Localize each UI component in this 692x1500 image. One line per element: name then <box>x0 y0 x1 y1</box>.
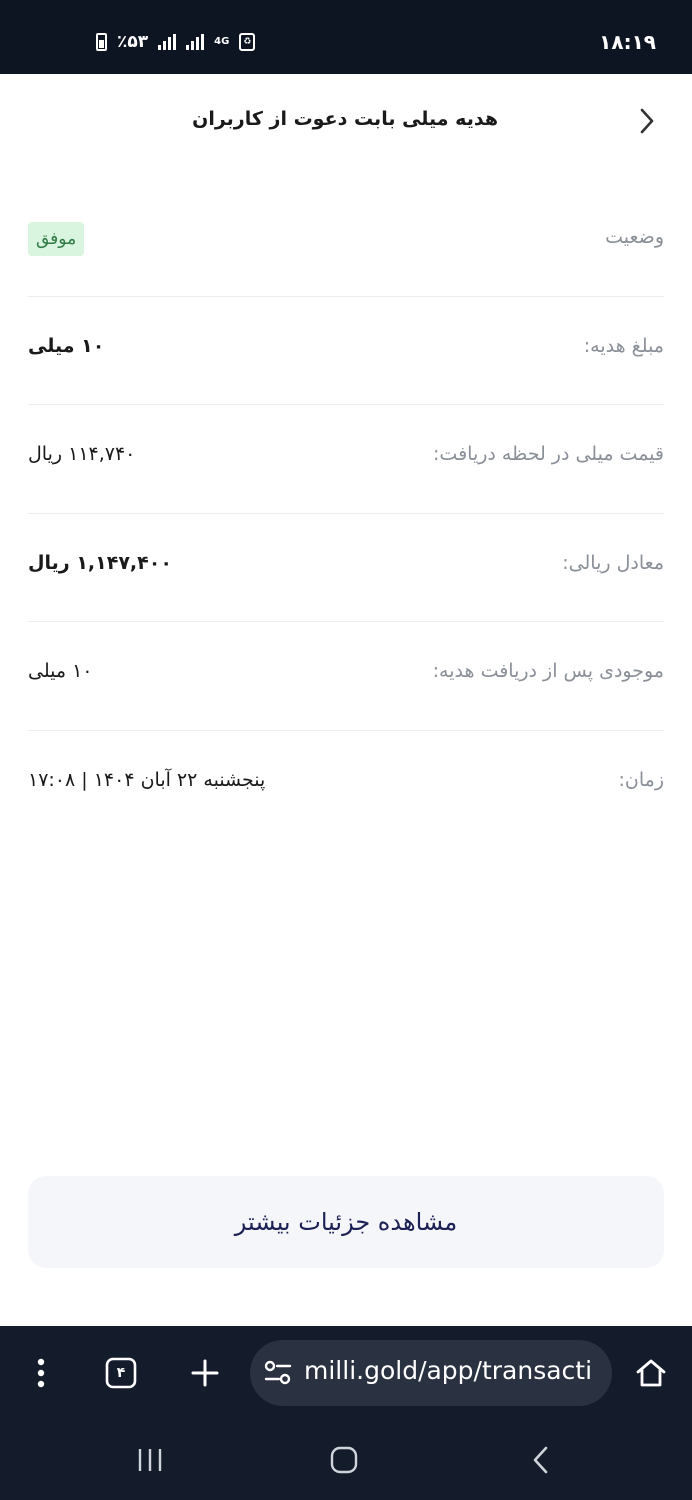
status-icons: ٪۵۳ 4G ♻ <box>96 32 256 52</box>
more-details-button[interactable]: مشاهده جزئیات بیشتر <box>28 1176 664 1268</box>
system-navigation-bar <box>0 1420 692 1500</box>
home-nav-button[interactable] <box>324 1442 364 1478</box>
detail-value: ۱۱۴,۷۴۰ ریال <box>28 443 136 465</box>
home-button[interactable] <box>630 1352 672 1394</box>
battery-icon <box>96 33 107 51</box>
home-square-icon <box>330 1446 358 1474</box>
home-icon <box>636 1359 666 1387</box>
detail-row-balance: موجودی پس از دریافت هدیه: ۱۰ میلی <box>28 622 664 731</box>
status-bar: ٪۵۳ 4G ♻ ۱۸:۱۹ <box>0 0 692 74</box>
transaction-details: وضعیت موفق مبلغ هدیه: ۱۰ میلی قیمت میلی … <box>28 188 664 839</box>
recycle-icon: ♻ <box>239 33 256 51</box>
status-badge: موفق <box>28 222 85 256</box>
detail-row-status: وضعیت موفق <box>28 188 664 297</box>
detail-row-time: زمان: پنجشنبه ۲۲ آبان ۱۴۰۴ | ۱۷:۰۸ <box>28 731 664 840</box>
detail-value: ۱,۱۴۷,۴۰۰ ریال <box>28 551 172 574</box>
detail-label: موجودی پس از دریافت هدیه: <box>432 660 664 682</box>
detail-value: ۱۰ میلی <box>28 660 93 682</box>
detail-row-rial-equivalent: معادل ریالی: ۱,۱۴۷,۴۰۰ ریال <box>28 514 664 622</box>
tab-count: ۴ <box>116 1365 126 1381</box>
new-tab-button[interactable] <box>184 1352 226 1394</box>
site-settings-icon <box>264 1360 292 1385</box>
detail-label: معادل ریالی: <box>562 551 664 574</box>
network-type: 4G <box>214 36 230 47</box>
browser-toolbar: ۴ milli.gold/app/transacti <box>0 1326 692 1420</box>
recent-apps-icon <box>138 1449 162 1471</box>
detail-label: زمان: <box>618 768 665 791</box>
detail-value: ۱۰ میلی <box>28 334 105 357</box>
detail-label: مبلغ هدیه: <box>583 334 664 357</box>
detail-value: پنجشنبه ۲۲ آبان ۱۴۰۴ | ۱۷:۰۸ <box>28 768 266 791</box>
address-bar[interactable]: milli.gold/app/transacti <box>250 1340 612 1406</box>
signal-icon-2 <box>186 34 205 50</box>
back-button[interactable] <box>632 104 662 138</box>
more-options-button[interactable] <box>20 1352 62 1394</box>
signal-icon <box>158 34 177 50</box>
detail-label: وضعیت <box>605 226 664 248</box>
detail-row-price: قیمت میلی در لحظه دریافت: ۱۱۴,۷۴۰ ریال <box>28 405 664 514</box>
back-nav-button[interactable] <box>520 1442 560 1478</box>
url-text: milli.gold/app/transacti <box>304 1356 593 1385</box>
tabs-button[interactable]: ۴ <box>100 1352 142 1394</box>
plus-icon <box>191 1359 219 1387</box>
chevron-left-icon <box>533 1446 548 1474</box>
vertical-dots-icon <box>37 1358 45 1388</box>
detail-label: قیمت میلی در لحظه دریافت: <box>433 443 664 465</box>
recent-apps-button[interactable] <box>130 1442 170 1478</box>
chevron-right-icon <box>640 108 654 134</box>
page-header: هدیه میلی بابت دعوت از کاربران <box>0 74 692 170</box>
page-title: هدیه میلی بابت دعوت از کاربران <box>192 108 498 130</box>
battery-percent: ٪۵۳ <box>117 32 149 52</box>
more-details-label: مشاهده جزئیات بیشتر <box>234 1208 458 1236</box>
detail-row-amount: مبلغ هدیه: ۱۰ میلی <box>28 297 664 405</box>
clock: ۱۸:۱۹ <box>599 30 656 54</box>
